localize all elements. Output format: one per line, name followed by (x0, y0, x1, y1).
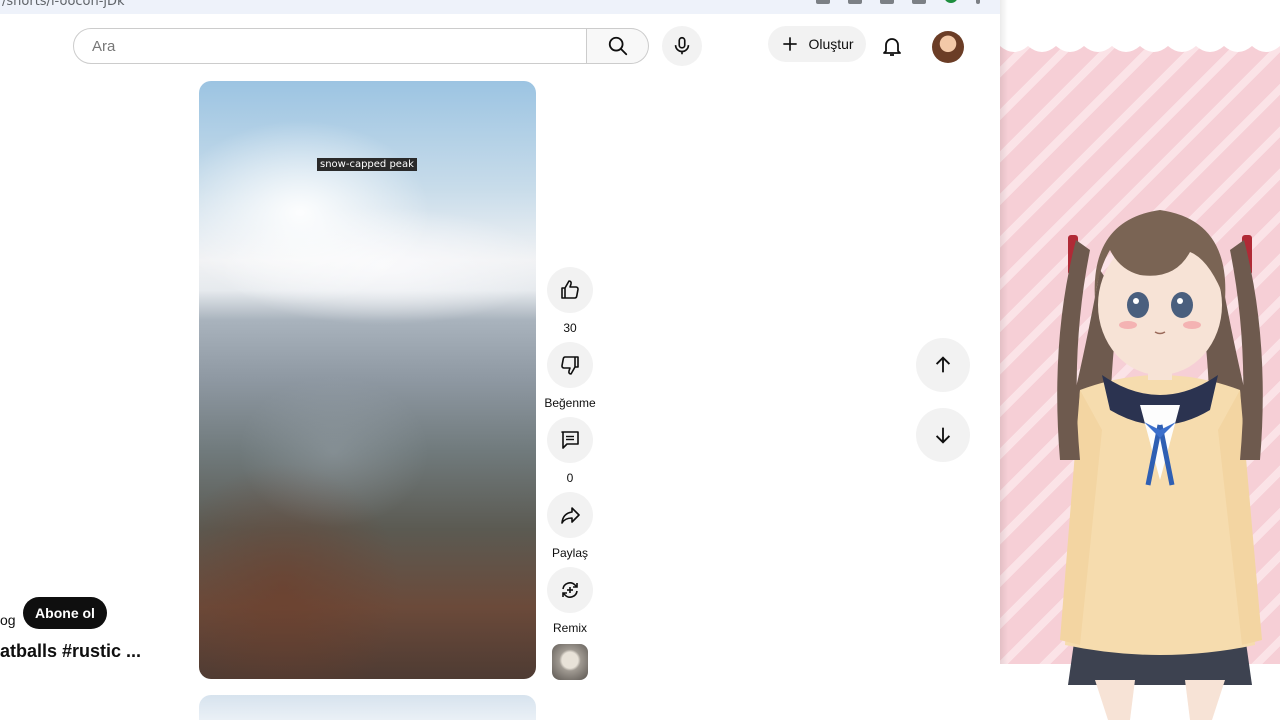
search-button[interactable] (587, 28, 649, 64)
previous-short-button[interactable] (916, 338, 970, 392)
bell-icon (883, 38, 901, 56)
voice-search-button[interactable] (662, 26, 702, 66)
account-avatar[interactable] (932, 31, 964, 63)
channel-name[interactable]: og (0, 612, 16, 628)
scallop-border (1000, 36, 1280, 52)
search-box[interactable] (73, 28, 587, 64)
video-object-label: snow-capped peak (317, 158, 417, 171)
share-icon (561, 507, 580, 524)
cast-icon[interactable] (848, 0, 862, 4)
dislike-action: Beğenme (544, 342, 596, 410)
short-title[interactable]: atballs #rustic ... (0, 641, 141, 662)
comment-button[interactable] (547, 417, 593, 463)
arrow-down-icon (935, 427, 951, 444)
remix-action: Remix (547, 567, 593, 635)
comment-icon (561, 431, 579, 449)
create-button-label: Oluştur (808, 36, 854, 52)
youtube-shorts-page: Oluştur snow-capped peak 30 Beğenme 0 Pa… (0, 14, 1000, 720)
extensions-icon[interactable] (912, 0, 926, 4)
like-count: 30 (563, 321, 577, 335)
url-bar-text[interactable]: /shorts/i-oocon-jDk (2, 0, 125, 9)
next-short-preview[interactable] (199, 695, 536, 720)
share-action: Paylaş (547, 492, 593, 560)
arrow-up-icon (935, 356, 951, 373)
panel-edge-shadow (1000, 0, 1008, 720)
browser-toolbar: /shorts/i-oocon-jDk (0, 0, 1000, 14)
remix-label: Remix (552, 621, 587, 635)
dislike-icon (561, 356, 579, 375)
short-video-player[interactable]: snow-capped peak (199, 81, 536, 679)
remix-icon (562, 582, 578, 598)
dislike-label: Beğenme (544, 396, 596, 410)
comment-count: 0 (566, 471, 574, 485)
search-icon (608, 36, 627, 56)
profile-icon[interactable] (944, 0, 958, 3)
dislike-button[interactable] (547, 342, 593, 388)
remix-button[interactable] (547, 567, 593, 613)
notifications-button[interactable] (872, 26, 912, 66)
mic-icon (674, 36, 690, 55)
like-action: 30 (547, 267, 593, 335)
translate-icon[interactable] (816, 0, 830, 4)
like-button[interactable] (547, 267, 593, 313)
subscribe-button[interactable]: Abone ol (23, 597, 107, 629)
plus-icon (783, 37, 798, 51)
menu-dots-icon[interactable] (976, 0, 980, 4)
search-input[interactable] (90, 36, 586, 56)
bookmark-star-icon[interactable] (880, 0, 894, 4)
anime-character-avatar (1057, 210, 1263, 720)
share-button[interactable] (547, 492, 593, 538)
comment-action: 0 (547, 417, 593, 485)
next-short-button[interactable] (916, 408, 970, 462)
browser-toolbar-icons (816, 0, 980, 4)
audio-thumbnail[interactable] (552, 644, 588, 680)
share-label: Paylaş (551, 546, 589, 560)
like-icon (561, 280, 579, 299)
create-button[interactable]: Oluştur (768, 26, 866, 62)
